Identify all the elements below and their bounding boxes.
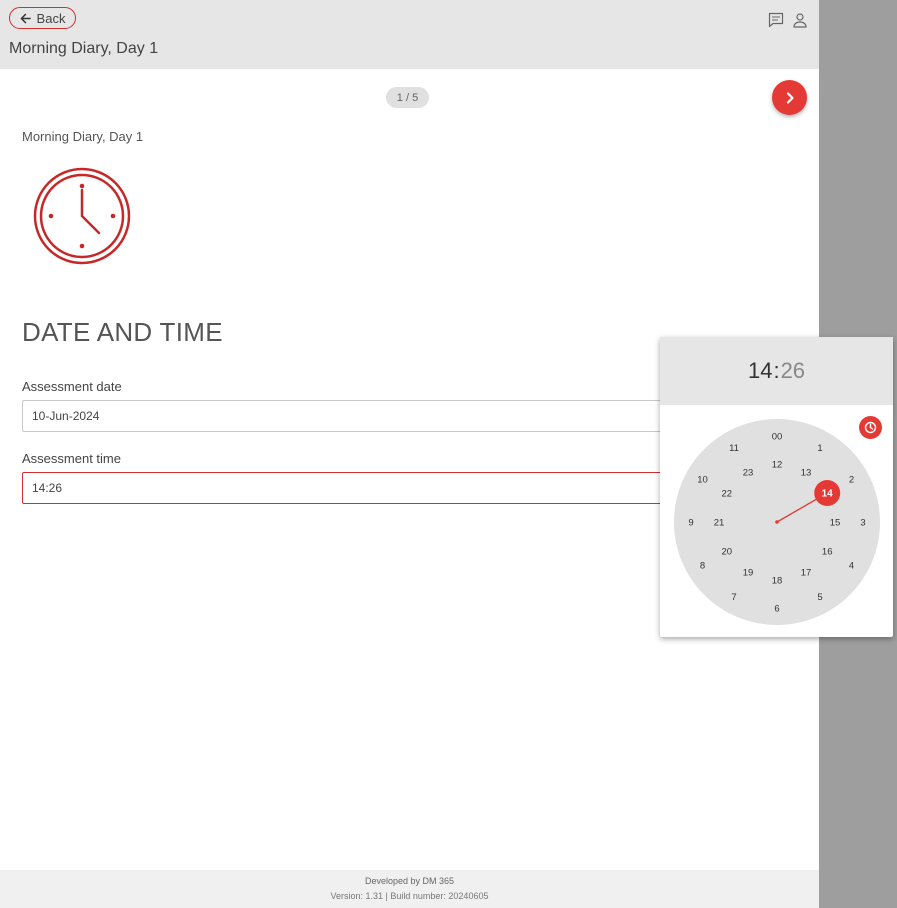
time-separator: :	[773, 358, 780, 383]
clock-icon	[33, 167, 131, 265]
hour-option-14[interactable]: 14	[822, 489, 834, 500]
time-picker-header: 14:26	[660, 337, 893, 405]
footer: Developed by DM 365 Version: 1.31 | Buil…	[0, 870, 819, 908]
assessment-time-field[interactable]: 14:26	[22, 472, 682, 504]
hour-option-9[interactable]: 9	[688, 518, 693, 529]
time-picker-minute[interactable]: 26	[781, 358, 805, 384]
hour-option-23[interactable]: 23	[743, 467, 754, 478]
hour-dial[interactable]: 001234567891011121314151617181920212223	[674, 419, 880, 625]
app-header: Back Morning Diary, Day 1	[0, 0, 819, 69]
version-text: Version: 1.31 | Build number: 20240605	[330, 891, 489, 901]
hour-option-22[interactable]: 22	[722, 489, 733, 500]
hour-option-2[interactable]: 2	[849, 475, 854, 486]
hour-option-15[interactable]: 15	[830, 518, 841, 529]
section-heading: DATE AND TIME	[22, 317, 223, 347]
diary-subtitle: Morning Diary, Day 1	[22, 129, 144, 144]
hour-option-19[interactable]: 19	[743, 568, 754, 579]
hour-option-6[interactable]: 6	[774, 604, 779, 615]
dial-center-dot	[775, 520, 779, 524]
hour-option-18[interactable]: 18	[772, 576, 783, 587]
hour-option-11[interactable]: 11	[729, 443, 739, 454]
hour-option-3[interactable]: 3	[860, 518, 865, 529]
back-button-label: Back	[36, 10, 66, 26]
hour-option-8[interactable]: 8	[700, 561, 705, 572]
hour-option-4[interactable]: 4	[849, 561, 854, 572]
next-page-button[interactable]	[772, 80, 807, 115]
hour-option-17[interactable]: 17	[801, 568, 812, 579]
hour-option-13[interactable]: 13	[801, 467, 812, 478]
hour-option-10[interactable]: 10	[697, 475, 708, 486]
hour-option-1[interactable]: 1	[817, 443, 822, 454]
hour-option-5[interactable]: 5	[817, 592, 822, 603]
page-title: Morning Diary, Day 1	[9, 40, 159, 57]
hour-option-7[interactable]: 7	[731, 592, 736, 603]
hour-option-12[interactable]: 12	[772, 460, 783, 471]
assessment-date-label: Assessment date	[22, 379, 122, 394]
arrow-left-icon	[20, 13, 31, 23]
assessment-time-label: Assessment time	[22, 451, 121, 466]
hour-option-16[interactable]: 16	[822, 547, 833, 558]
back-button[interactable]: Back	[9, 7, 76, 29]
chevron-right-icon	[786, 91, 794, 104]
hour-option-20[interactable]: 20	[722, 547, 733, 558]
hour-option-00[interactable]: 00	[772, 432, 783, 443]
time-picker-hour[interactable]: 14	[748, 358, 772, 384]
time-picker: 14:26 00 1 2 3 4 5 6 7 8 9 10 11 12 13 14 15 16 17 18 19 20 2…	[660, 337, 893, 637]
hour-option-21[interactable]: 21	[714, 518, 725, 529]
user-icon[interactable]	[792, 12, 808, 28]
assessment-date-field[interactable]: 10-Jun-2024	[22, 400, 682, 432]
developed-by-text: Developed by DM 365	[364, 876, 455, 886]
page-indicator: 1 / 5	[386, 87, 429, 108]
chat-icon[interactable]	[768, 12, 784, 28]
